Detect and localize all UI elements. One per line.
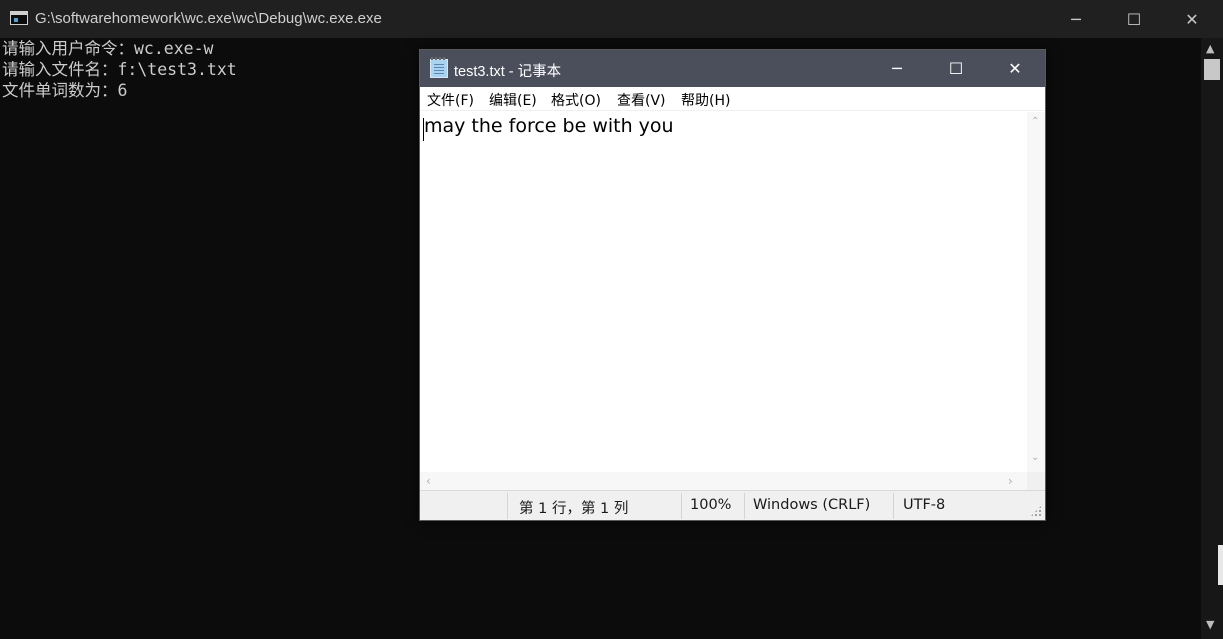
chevron-left-icon[interactable]: ‹: [426, 474, 431, 488]
chevron-up-icon[interactable]: ⌃: [1031, 116, 1039, 127]
notepad-close-button[interactable]: ✕: [986, 50, 1044, 87]
console-close-button[interactable]: ✕: [1163, 0, 1221, 38]
menu-help[interactable]: 帮助(H): [681, 90, 730, 110]
scrollbar-corner: [1027, 472, 1045, 490]
console-app-icon: [10, 11, 28, 25]
notepad-vertical-scrollbar[interactable]: ⌃ ⌄: [1027, 112, 1045, 472]
console-scroll-thumb[interactable]: [1204, 59, 1220, 80]
notepad-minimize-button[interactable]: ─: [868, 50, 926, 87]
status-encoding: UTF-8: [903, 497, 946, 513]
scroll-down-icon[interactable]: ▼: [1206, 618, 1214, 631]
console-maximize-button[interactable]: ☐: [1105, 0, 1163, 38]
console-titlebar[interactable]: G:\softwarehomework\wc.exe\wc\Debug\wc.e…: [0, 0, 1223, 38]
notepad-horizontal-scrollbar[interactable]: ‹ ›: [420, 472, 1027, 490]
status-cursor-position: 第 1 行，第 1 列: [519, 501, 629, 517]
notepad-statusbar: 第 1 行，第 1 列 100% Windows (CRLF) UTF-8: [420, 490, 1045, 520]
status-zoom: 100%: [690, 497, 732, 513]
menu-file[interactable]: 文件(F): [427, 90, 474, 110]
scroll-up-icon[interactable]: ▲: [1206, 42, 1214, 55]
status-divider: [681, 493, 682, 519]
notepad-titlebar[interactable]: test3.txt - 记事本 ─ ☐ ✕: [420, 50, 1045, 87]
background-window-edge: [1218, 545, 1223, 585]
chevron-right-icon[interactable]: ›: [1008, 474, 1013, 488]
notepad-text-area[interactable]: may the force be with you: [420, 112, 1027, 472]
status-divider: [893, 493, 894, 519]
status-divider: [507, 493, 508, 519]
notepad-window: test3.txt - 记事本 ─ ☐ ✕ 文件(F) 编辑(E) 格式(O) …: [419, 49, 1046, 521]
menu-edit[interactable]: 编辑(E): [489, 90, 537, 110]
menu-format[interactable]: 格式(O): [551, 90, 601, 110]
chevron-down-icon[interactable]: ⌄: [1031, 452, 1039, 463]
notepad-maximize-button[interactable]: ☐: [927, 50, 985, 87]
resize-grip-icon[interactable]: [1030, 505, 1042, 517]
notepad-icon: [430, 57, 448, 78]
notepad-title: test3.txt - 记事本: [454, 64, 562, 80]
console-title: G:\softwarehomework\wc.exe\wc\Debug\wc.e…: [35, 10, 382, 27]
document-text: may the force be with you: [424, 115, 674, 137]
status-line-ending: Windows (CRLF): [753, 497, 871, 513]
menu-view[interactable]: 查看(V): [617, 90, 666, 110]
notepad-menubar: 文件(F) 编辑(E) 格式(O) 查看(V) 帮助(H): [420, 87, 1045, 111]
status-divider: [744, 493, 745, 519]
console-minimize-button[interactable]: ─: [1047, 0, 1105, 38]
